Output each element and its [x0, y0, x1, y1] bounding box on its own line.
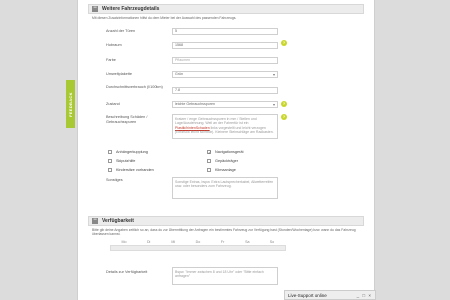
option-anhaengerkupplung[interactable]: Anhängerkupplung: [108, 150, 148, 154]
verbrauch-input[interactable]: 7.8: [172, 87, 278, 94]
label-farbe: Farbe: [106, 58, 116, 62]
window-controls-icon[interactable]: _ □ ×: [357, 293, 372, 298]
weekday-header: Mo Di Mi Do Fr Sa So: [112, 240, 284, 244]
zustand-select[interactable]: leichte Gebrauchsspuren: [172, 101, 278, 108]
verfuegbarkeit-textarea[interactable]: Bspw. "Immer zwischen 8 und 18 Uhr" oder…: [172, 267, 278, 285]
section-header-verfuegbarkeit[interactable]: − Verfügbarkeit: [88, 216, 364, 226]
section-title: Verfügbarkeit: [102, 218, 134, 224]
label-verfuegbarkeit: Details zur Verfügbarkeit: [106, 270, 148, 274]
section-title: Weitere Fahrzeugdetails: [102, 6, 160, 12]
help-icon[interactable]: ?: [281, 101, 287, 107]
help-icon[interactable]: ?: [281, 40, 287, 46]
schaeden-text: Kratzer / enge Gebrauchsspuren in mm / S…: [175, 116, 257, 126]
checkbox[interactable]: [108, 159, 112, 163]
farbe-input[interactable]: Pflaumen: [172, 57, 278, 64]
section-subtitle: Mit diesen Zusatzinformationen hilfst du…: [92, 16, 237, 20]
option-gepaecktraeger[interactable]: Gepäckträger: [207, 159, 238, 163]
checkbox[interactable]: [108, 150, 112, 154]
label-sonstiges: Sonstiges: [106, 178, 123, 182]
tueren-input[interactable]: 5: [172, 28, 278, 35]
umweltplakette-select[interactable]: Grün: [172, 71, 278, 78]
checkbox[interactable]: [108, 168, 112, 172]
day-label: Mi: [171, 240, 176, 244]
checkbox[interactable]: [207, 159, 211, 163]
option-navigationsgeraet[interactable]: ✓ Navigationsgerät: [207, 150, 244, 155]
day-label: So: [269, 240, 275, 244]
weekday-selector[interactable]: [110, 245, 286, 251]
checkbox[interactable]: [207, 168, 211, 172]
sonstiges-textarea[interactable]: Sonstige Extras, bspw. Extra Lautspreche…: [172, 177, 278, 199]
section-header-fahrzeugdetails[interactable]: − Weitere Fahrzeugdetails: [88, 4, 364, 14]
label-verbrauch: Durchschnittsverbrauch (l/100km): [106, 85, 163, 89]
schaeden-text-highlight: Plastik/hintenSchaden: [175, 125, 210, 130]
hubraum-input[interactable]: 1568: [172, 42, 278, 49]
feedback-tab[interactable]: FEEDBACK: [66, 80, 75, 128]
option-klimaanlage[interactable]: Klimaanlage: [207, 168, 236, 172]
schaeden-textarea[interactable]: Kratzer / enge Gebrauchsspuren in mm / S…: [172, 114, 278, 139]
help-icon[interactable]: ?: [281, 114, 287, 120]
checkbox-checked[interactable]: ✓: [207, 150, 211, 155]
collapse-icon[interactable]: −: [92, 217, 98, 224]
live-support-label: Live-Support online: [288, 292, 327, 298]
day-label: Do: [195, 240, 201, 244]
label-umweltplakette: Umweltplakette: [106, 72, 132, 76]
day-label: Mo: [121, 240, 127, 244]
live-support-widget[interactable]: Live-Support online _ □ ×: [284, 290, 376, 300]
day-label: Di: [146, 240, 151, 244]
day-label: Fr: [220, 240, 225, 244]
collapse-icon[interactable]: −: [92, 5, 98, 12]
option-skiputzhilfe[interactable]: Skiputzhilfe: [108, 159, 135, 163]
option-kindersitze[interactable]: Kindersitze vorhanden: [108, 168, 154, 172]
section-subtitle: Bitte gib deine Angaben zeitlich so an, …: [92, 228, 356, 236]
label-schaeden: Beschreibung Schäden / Gebrauchsspuren: [106, 115, 148, 124]
label-hubraum: Hubraum: [106, 43, 122, 47]
day-label: Sa: [245, 240, 250, 244]
label-tueren: Anzahl der Türen: [106, 29, 136, 33]
label-zustand: Zustand: [106, 102, 120, 106]
